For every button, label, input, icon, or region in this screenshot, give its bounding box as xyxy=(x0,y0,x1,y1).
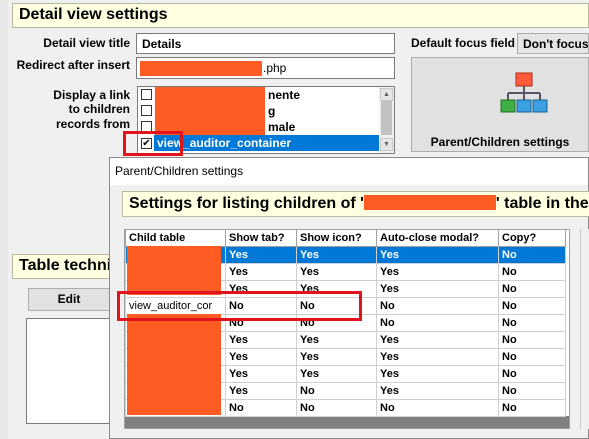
cell-copy[interactable]: No xyxy=(498,246,566,264)
cell-show-tab[interactable]: Yes xyxy=(225,365,297,383)
modal-titlebar[interactable]: Parent/Children settings xyxy=(110,158,588,185)
cell-show-icon[interactable]: Yes xyxy=(296,246,377,264)
cell-auto-close[interactable]: Yes xyxy=(376,382,499,400)
children-label-line3: records from xyxy=(55,117,130,131)
focus-field-label: Default focus field xyxy=(411,36,516,50)
cell-auto-close[interactable]: Yes xyxy=(376,246,499,264)
grid-bottom-area xyxy=(125,416,569,428)
children-label-line2: to children xyxy=(68,102,130,116)
cell-show-icon[interactable]: Yes xyxy=(296,348,377,366)
cell-child-table[interactable]: view_auditor_cor xyxy=(125,297,226,315)
scroll-thumb[interactable] xyxy=(381,101,392,135)
children-label-line1: Display a link xyxy=(53,88,130,102)
parent-children-button-label: Parent/Children settings xyxy=(430,135,570,149)
code-preview-area xyxy=(26,318,110,424)
table-row[interactable]: view_auditor_cor No No No No xyxy=(125,297,566,315)
children-list[interactable]: nente g male view_auditor_container ✔ ▲ … xyxy=(137,86,395,154)
cell-auto-close[interactable]: No xyxy=(376,399,499,417)
cell-auto-close[interactable]: Yes xyxy=(376,348,499,366)
banner-prefix: Settings for listing children of ' xyxy=(129,195,364,212)
cell-show-icon[interactable]: No xyxy=(296,297,377,315)
cell-show-tab[interactable]: Yes xyxy=(225,382,297,400)
detail-title-input[interactable]: Details xyxy=(136,33,395,54)
checkbox-checked[interactable]: ✔ xyxy=(141,138,152,149)
checkbox[interactable] xyxy=(141,121,152,132)
list-item[interactable]: nente xyxy=(138,87,394,103)
cell-show-icon[interactable]: No xyxy=(296,399,377,417)
cell-show-icon[interactable]: No xyxy=(296,314,377,332)
cell-show-icon[interactable]: Yes xyxy=(296,331,377,349)
grid-header-row: Child table Show tab? Show icon? Auto-cl… xyxy=(125,229,566,247)
hierarchy-icon xyxy=(500,72,548,113)
focus-field-select[interactable]: Don't focus a xyxy=(517,33,589,54)
cell-copy[interactable]: No xyxy=(498,399,566,417)
cell-copy[interactable]: No xyxy=(498,314,566,332)
col-show-tab[interactable]: Show tab? xyxy=(225,229,297,247)
cell-copy[interactable]: No xyxy=(498,297,566,315)
cell-auto-close[interactable]: Yes xyxy=(376,331,499,349)
parent-children-settings-button[interactable]: Parent/Children settings xyxy=(411,57,589,152)
list-item[interactable]: male xyxy=(138,119,394,135)
detail-title-label: Detail view title xyxy=(43,36,130,50)
list-item-text: g xyxy=(268,104,276,118)
cell-copy[interactable]: No xyxy=(498,280,566,298)
redacted-name xyxy=(155,103,265,119)
cell-copy[interactable]: No xyxy=(498,263,566,281)
cell-copy[interactable]: No xyxy=(498,331,566,349)
list-item-text: male xyxy=(268,120,296,134)
cell-show-icon[interactable]: Yes xyxy=(296,365,377,383)
checkbox[interactable] xyxy=(141,89,152,100)
cell-show-tab[interactable]: Yes xyxy=(225,348,297,366)
redacted-name xyxy=(155,119,265,135)
cell-show-tab[interactable]: Yes xyxy=(225,246,297,264)
cell-show-icon[interactable]: Yes xyxy=(296,280,377,298)
cell-show-tab[interactable]: Yes xyxy=(225,263,297,281)
col-auto-close[interactable]: Auto-close modal? xyxy=(376,229,499,247)
redacted-name xyxy=(155,87,265,103)
cell-show-tab[interactable]: No xyxy=(225,297,297,315)
cell-copy[interactable]: No xyxy=(498,348,566,366)
modal-title: Parent/Children settings xyxy=(115,164,244,178)
detail-view-header: Detail view settings xyxy=(12,3,589,28)
redacted-table-name xyxy=(363,195,496,210)
cell-copy[interactable]: No xyxy=(498,382,566,400)
modal-banner: Settings for listing children of ' ' tabl… xyxy=(122,191,589,217)
side-panel xyxy=(580,229,589,429)
redacted-filename xyxy=(140,61,262,76)
redirect-label: Redirect after insert xyxy=(16,58,130,72)
cell-show-tab[interactable]: Yes xyxy=(225,331,297,349)
list-item[interactable]: g xyxy=(138,103,394,119)
col-copy[interactable]: Copy? xyxy=(498,229,566,247)
cell-auto-close[interactable]: Yes xyxy=(376,263,499,281)
col-show-icon[interactable]: Show icon? xyxy=(296,229,377,247)
cell-copy[interactable]: No xyxy=(498,365,566,383)
redacted-child-tables-bottom xyxy=(127,314,221,415)
edit-button[interactable]: Edit xyxy=(28,288,110,311)
list-scrollbar[interactable]: ▲ ▼ xyxy=(379,87,394,153)
list-item-selected[interactable]: view_auditor_container xyxy=(154,135,379,151)
cell-auto-close[interactable]: Yes xyxy=(376,280,499,298)
checkbox[interactable] xyxy=(141,105,152,116)
scroll-up-icon[interactable]: ▲ xyxy=(380,88,393,101)
cell-show-icon[interactable]: No xyxy=(296,382,377,400)
list-item-text: view_auditor_container xyxy=(157,136,292,150)
cell-show-icon[interactable]: Yes xyxy=(296,263,377,281)
scroll-down-icon[interactable]: ▼ xyxy=(380,138,393,151)
redirect-suffix: .php xyxy=(263,61,287,75)
cell-show-tab[interactable]: No xyxy=(225,399,297,417)
cell-show-tab[interactable]: No xyxy=(225,314,297,332)
redirect-input[interactable]: .php xyxy=(136,57,395,79)
cell-auto-close[interactable]: No xyxy=(376,297,499,315)
left-edge-strip xyxy=(0,0,8,439)
cell-auto-close[interactable]: No xyxy=(376,314,499,332)
table-technical-header: Table techni xyxy=(12,254,112,279)
cell-auto-close[interactable]: Yes xyxy=(376,365,499,383)
banner-suffix: ' table in the d xyxy=(495,195,589,212)
redacted-child-tables-top xyxy=(127,246,221,295)
col-child-table[interactable]: Child table xyxy=(125,229,226,247)
cell-show-tab[interactable]: Yes xyxy=(225,280,297,298)
list-item-text: nente xyxy=(268,88,301,102)
